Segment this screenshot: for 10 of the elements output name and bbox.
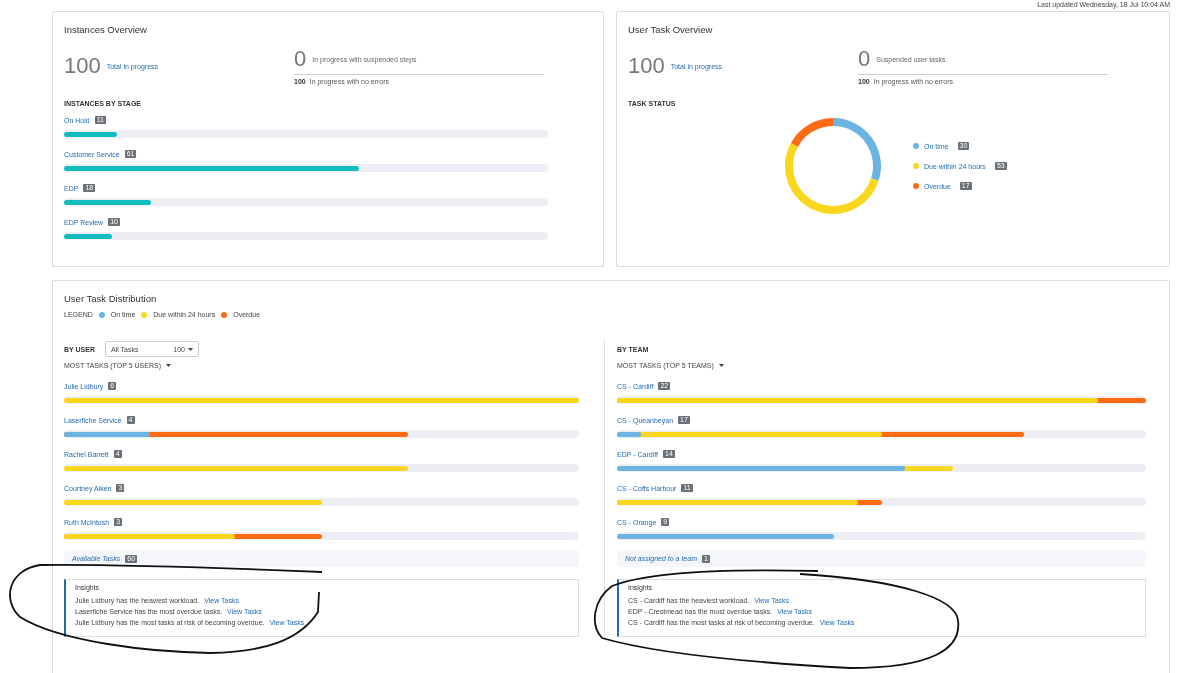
card-title: Instances Overview [64, 24, 148, 35]
card-title: User Task Distribution [64, 293, 158, 304]
total-count: 100 [64, 54, 101, 78]
suspended-count: 0 [858, 47, 871, 71]
card-title: User Task Overview [628, 24, 714, 35]
total-count: 100 [628, 54, 665, 78]
caret-icon [166, 364, 171, 367]
caret-icon [188, 347, 193, 351]
caret-icon [718, 364, 724, 367]
suspended-count: 0 [294, 47, 307, 71]
